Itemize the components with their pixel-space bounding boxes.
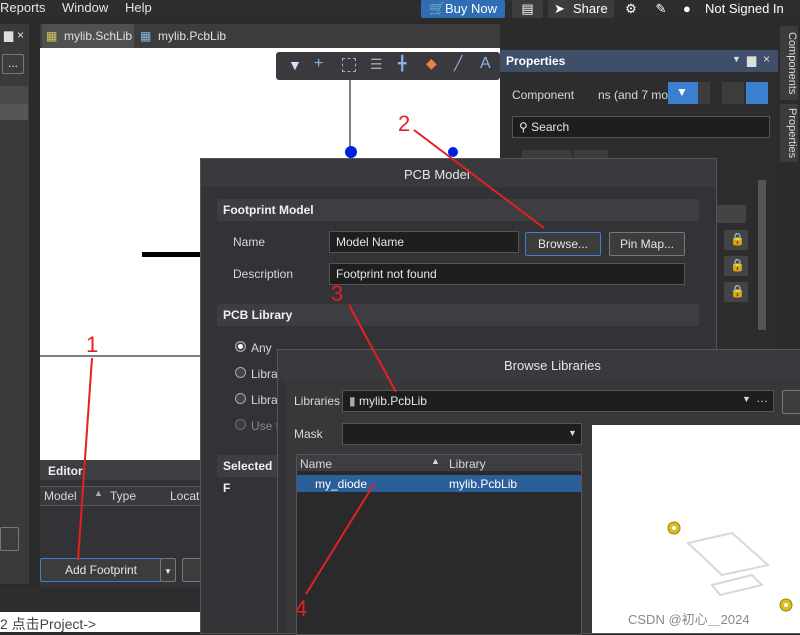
annotation-arrows [77,129,545,595]
watermark: CSDN @初心＿2024 [628,612,750,627]
annotation-1: 1 [86,332,99,357]
arrow-1 [77,357,93,561]
annotation-2: 2 [398,111,411,136]
arrow-4 [305,483,375,595]
arrow-3 [348,304,397,393]
annotation-4: 4 [295,596,308,621]
annotation-3: 3 [331,281,344,306]
arrow-2 [413,129,545,229]
